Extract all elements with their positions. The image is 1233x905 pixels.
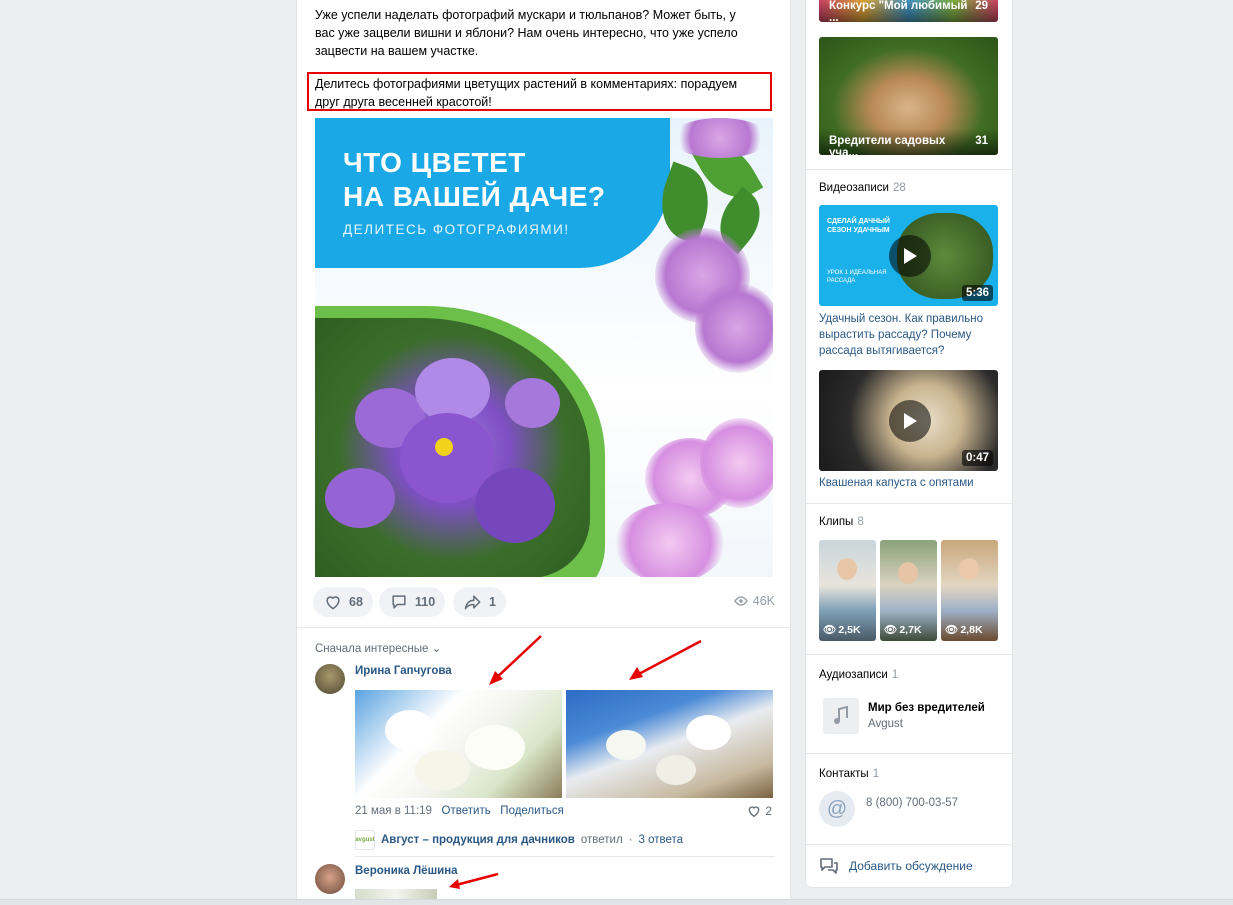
clip-thumbnail[interactable]: 👁 2,8K [941, 540, 998, 641]
videos-section: Видеозаписи 28 СДЕЛАЙ ДАЧНЫЙ СЕЗОН УДАЧНЫ… [806, 170, 1012, 504]
comment-like-button[interactable]: 2 [746, 803, 772, 819]
reply-link[interactable]: Ответить [442, 805, 491, 817]
video-thumbnail[interactable]: 0:47 [819, 370, 998, 471]
comment-photo[interactable] [566, 690, 773, 798]
video-title[interactable]: Удачный сезон. Как правильно вырастить р… [819, 311, 999, 359]
views-counter: 46K [733, 594, 775, 608]
share-link[interactable]: Поделиться [500, 805, 564, 817]
clips-heading[interactable]: Клипы 8 [819, 516, 864, 528]
divider [355, 856, 775, 857]
divider [297, 627, 790, 628]
comment-author[interactable]: Ирина Гапчугова [355, 665, 452, 677]
play-icon [889, 235, 931, 277]
like-button[interactable]: 68 [313, 587, 373, 617]
clip-thumbnail[interactable]: 👁 2,7K [880, 540, 937, 641]
audio-heading[interactable]: Аудиозаписи 1 [819, 669, 898, 681]
replies-link[interactable]: 3 ответа [639, 834, 684, 846]
comment-button[interactable]: 110 [379, 587, 446, 617]
reply-thread: avgust Август – продукция для дачников о… [355, 830, 683, 850]
post-text: Уже успели наделать фотографий мускари и… [315, 8, 738, 58]
video-duration: 5:36 [961, 285, 993, 301]
comment-photo[interactable] [355, 690, 562, 798]
comment-meta: 21 мая в 11:19 Ответить Поделиться [355, 805, 564, 817]
chevron-down-icon: ⌄ [431, 643, 442, 655]
post-image[interactable]: ЧТО ЦВЕТЕТ НА ВАШЕЙ ДАЧЕ? ДЕЛИТЕСЬ ФОТОГ… [315, 118, 773, 577]
comment-icon [392, 595, 406, 609]
image-subtitle: ДЕЛИТЕСЬ ФОТОГРАФИЯМИ! [343, 222, 570, 237]
eye-icon: 👁 [884, 624, 898, 636]
clip-thumbnail[interactable]: 👁 2,5K [819, 540, 876, 641]
avgust-logo-icon: avgust [355, 830, 375, 850]
at-sign-icon: @ [819, 791, 855, 827]
contacts-heading[interactable]: Контакты 1 [819, 768, 879, 780]
sort-dropdown[interactable]: Сначала интересные ⌄ [315, 641, 441, 655]
discussion-icon [820, 858, 838, 874]
share-icon [464, 595, 481, 610]
comment-author[interactable]: Вероника Лёшина [355, 865, 458, 877]
red-arrow-icon [489, 635, 542, 685]
heart-icon [326, 596, 340, 610]
image-title: ЧТО ЦВЕТЕТ НА ВАШЕЙ ДАЧЕ? [343, 147, 606, 212]
avatar[interactable] [315, 864, 345, 894]
post-card: Уже успели наделать фотографий мускари и… [296, 0, 791, 905]
video-thumbnail[interactable]: СДЕЛАЙ ДАЧНЫЙ СЕЗОН УДАЧНЫМ УРОК 1 ИДЕАЛ… [819, 205, 998, 306]
eye-icon: 👁 [823, 624, 837, 636]
album-item[interactable]: Конкурс "Мой любимый ... 29 [819, 0, 998, 22]
red-arrow-icon [449, 872, 499, 889]
video-duration: 0:47 [961, 450, 993, 466]
post-actions: 68 110 1 46K [313, 587, 775, 617]
eye-icon [733, 596, 748, 606]
audio-artist[interactable]: Avgust [868, 718, 903, 730]
reply-author[interactable]: Август – продукция для дачников [381, 834, 575, 846]
post-text-highlighted: Делитесь фотографиями цветущих растений … [315, 77, 738, 109]
audio-title[interactable]: Мир без вредителей [868, 702, 985, 714]
eye-icon: 👁 [945, 624, 959, 636]
videos-heading[interactable]: Видеозаписи 28 [819, 182, 906, 194]
avatar[interactable] [315, 664, 345, 694]
album-item[interactable]: Вредители садовых уча... 31 [819, 37, 998, 155]
play-icon [889, 400, 931, 442]
heart-icon [748, 806, 760, 818]
music-note-icon[interactable] [823, 698, 859, 734]
horizontal-scrollbar[interactable] [0, 899, 1233, 905]
video-title[interactable]: Квашеная капуста с опятами [819, 475, 999, 491]
sidebar: Конкурс "Мой любимый ... 29 Вредители са… [805, 0, 1013, 888]
photo-albums-section: Конкурс "Мой любимый ... 29 Вредители са… [806, 0, 1012, 170]
like-count: 68 [349, 595, 363, 609]
add-discussion-button[interactable]: Добавить обсуждение [819, 857, 973, 875]
contact-phone[interactable]: 8 (800) 700-03-57 [866, 797, 958, 809]
share-button[interactable]: 1 [453, 587, 506, 617]
share-count: 1 [489, 595, 496, 609]
red-arrow-icon [629, 639, 702, 680]
comment-count: 110 [415, 595, 436, 609]
